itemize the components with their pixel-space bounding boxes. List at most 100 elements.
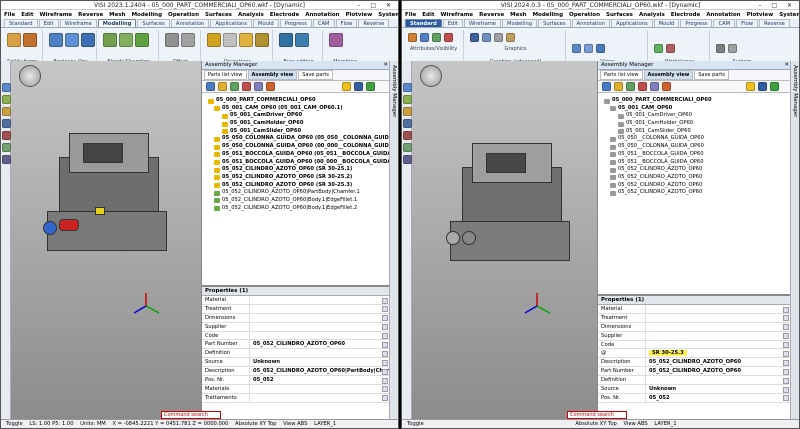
shading-icon[interactable]: [2, 155, 11, 164]
tree-node[interactable]: 05_050__COLONNA_GUIDA_OP60: [602, 143, 792, 151]
property-row[interactable]: Treatment: [202, 304, 391, 314]
ribbon-tab[interactable]: Modelling: [502, 19, 538, 27]
workplane-origin-icon[interactable]: [666, 44, 675, 53]
property-edit-icon[interactable]: [382, 333, 388, 340]
menu-item[interactable]: Annotation: [305, 12, 339, 18]
ribbon-tab[interactable]: Reverse: [758, 19, 790, 27]
folder-icon[interactable]: [614, 82, 623, 91]
tree-node[interactable]: 05_001_CAM_OP60: [602, 105, 792, 113]
menu-item[interactable]: Modelling: [533, 12, 563, 18]
property-row[interactable]: Supplier: [202, 322, 391, 332]
menu-item[interactable]: Surfaces: [606, 12, 633, 18]
view-top-icon[interactable]: [2, 119, 11, 128]
boolean-subtract-icon[interactable]: [65, 33, 79, 47]
property-row[interactable]: Material: [598, 305, 792, 314]
property-value[interactable]: [250, 296, 391, 304]
view-front-icon[interactable]: [584, 44, 593, 53]
tree-node[interactable]: 05_001_CAM_OP60 (05_001_CAM_OP60.1): [206, 105, 391, 113]
menu-item[interactable]: Edit: [422, 12, 434, 18]
property-value[interactable]: Unknown: [646, 385, 792, 393]
assembly-manager-dock-tab[interactable]: Assembly Manager: [790, 61, 799, 419]
properties-grid[interactable]: Material Treatment Dimensions Supplier Code P…: [202, 296, 391, 403]
visibility-icon[interactable]: [420, 33, 429, 42]
ribbon-tab[interactable]: Surfaces: [137, 19, 170, 27]
menu-item[interactable]: Plotview: [747, 12, 774, 18]
settings-icon[interactable]: [716, 44, 725, 53]
property-value[interactable]: [646, 332, 792, 340]
ribbon-tabs[interactable]: Standard Edit Wireframe Modelling Surfaces An…: [1, 19, 398, 28]
menu-item[interactable]: Modelling: [132, 12, 162, 18]
property-value[interactable]: [646, 376, 792, 384]
tree-node[interactable]: 05_051__BOCCOLA_GUIDA_OP60: [602, 151, 792, 159]
offset-icon[interactable]: [165, 33, 179, 47]
ribbon-tab[interactable]: Annotation: [571, 19, 610, 27]
assembly-tree[interactable]: 05_000_PART_COMMERCIALI_OP60 05_001_CAM_O…: [598, 95, 792, 197]
ribbon-tab[interactable]: Standard: [4, 19, 38, 27]
attributes-icon[interactable]: [408, 33, 417, 42]
ribbon-tab[interactable]: Edit: [38, 19, 59, 27]
tree-node[interactable]: 05_052_CILINDRO_AZOTO_OP60 (SR 30-25.3): [206, 182, 391, 190]
color-icon[interactable]: [444, 33, 453, 42]
filter-icon[interactable]: [254, 82, 263, 91]
assembly-view-tab[interactable]: Save parts: [694, 70, 729, 80]
view-mode[interactable]: View ABS: [283, 421, 307, 427]
shaded-icon[interactable]: [482, 33, 491, 42]
ribbon-tab[interactable]: Progress: [680, 19, 713, 27]
tree-node[interactable]: 05_052_CILINDRO_AZOTO_OP60: [602, 166, 792, 174]
navigation-cube-icon[interactable]: [420, 65, 442, 87]
edit-icon[interactable]: [746, 82, 755, 91]
property-value[interactable]: 05_052: [646, 394, 792, 402]
property-row[interactable]: Dimensions: [598, 322, 792, 332]
filter-icon[interactable]: [650, 82, 659, 91]
ribbon-tab[interactable]: Progress: [279, 19, 312, 27]
assembly-tree[interactable]: 05_000_PART_COMMERCIALI_OP60 05_001_CAM_O…: [202, 95, 391, 212]
command-search-input[interactable]: Command search: [161, 411, 221, 419]
viewport-3d[interactable]: [412, 61, 597, 419]
word-icon[interactable]: [758, 82, 767, 91]
menu-item[interactable]: Plotview: [346, 12, 373, 18]
property-edit-icon[interactable]: [382, 306, 388, 313]
assembly-view-tab[interactable]: Parts list view: [600, 70, 643, 80]
boolean-union-icon[interactable]: [49, 33, 63, 47]
shading-icon[interactable]: [403, 155, 412, 164]
menu-item[interactable]: Analysis: [238, 12, 264, 18]
property-value[interactable]: [250, 314, 391, 322]
command-search-input[interactable]: Command search: [567, 411, 627, 419]
extrude-icon[interactable]: [207, 33, 221, 47]
property-value[interactable]: [646, 323, 792, 331]
ribbon-tab[interactable]: Annotation: [170, 19, 210, 27]
toggle-label[interactable]: Toggle: [407, 421, 424, 427]
refresh-icon[interactable]: [602, 82, 611, 91]
property-edit-icon[interactable]: [783, 333, 789, 340]
property-edit-icon[interactable]: [382, 395, 388, 402]
property-edit-icon[interactable]: [382, 341, 388, 348]
property-value[interactable]: [646, 314, 792, 322]
menu-item[interactable]: System: [378, 12, 398, 18]
navigation-cube-icon[interactable]: [19, 65, 41, 87]
tree-node[interactable]: 05_051__BOCCOLA_GUIDA_OP60: [602, 159, 792, 167]
property-row[interactable]: Description 05_052_CILINDRO_AZOTO_OP60|Pa…: [202, 367, 391, 377]
property-row[interactable]: Trattamento: [202, 393, 391, 403]
ribbon-tab[interactable]: Flow: [736, 19, 758, 27]
property-row[interactable]: Pos. Nr. 05_052: [202, 376, 391, 385]
tree-node[interactable]: 05_052_CILINDRO_AZOTO_OP60 (SR 30-25.2): [206, 174, 391, 182]
property-edit-icon[interactable]: [382, 297, 388, 304]
property-edit-icon[interactable]: [783, 306, 789, 313]
variable-fillet-icon[interactable]: [135, 33, 149, 47]
property-row[interactable]: Definition: [598, 376, 792, 386]
close-icon[interactable]: ✕: [784, 61, 789, 70]
tree-node[interactable]: 05_000_PART_COMMERCIALI_OP60: [602, 97, 792, 105]
property-value[interactable]: Unknown: [250, 358, 391, 366]
property-value[interactable]: [250, 332, 391, 340]
property-row[interactable]: Supplier: [598, 331, 792, 341]
tree-node[interactable]: 05_052_CILINDRO_AZOTO_OP60|PartBody|Cham…: [206, 189, 391, 197]
menu-bar[interactable]: File Edit Wireframe Reverse Mesh Modelling Ope…: [402, 10, 799, 19]
ribbon-tab[interactable]: Wireframe: [463, 19, 502, 27]
tree-node[interactable]: 05_051_BOCCOLA_GUIDA_OP60 (00_000__BOCCO…: [206, 159, 391, 167]
solid-cylinder-icon[interactable]: [23, 33, 37, 47]
window-controls[interactable]: – □ ✕: [357, 1, 395, 10]
layer-icon[interactable]: [432, 33, 441, 42]
property-row[interactable]: Materiale: [202, 384, 391, 394]
property-row[interactable]: Source Unknown: [202, 358, 391, 368]
menu-item[interactable]: Wireframe: [39, 12, 72, 18]
